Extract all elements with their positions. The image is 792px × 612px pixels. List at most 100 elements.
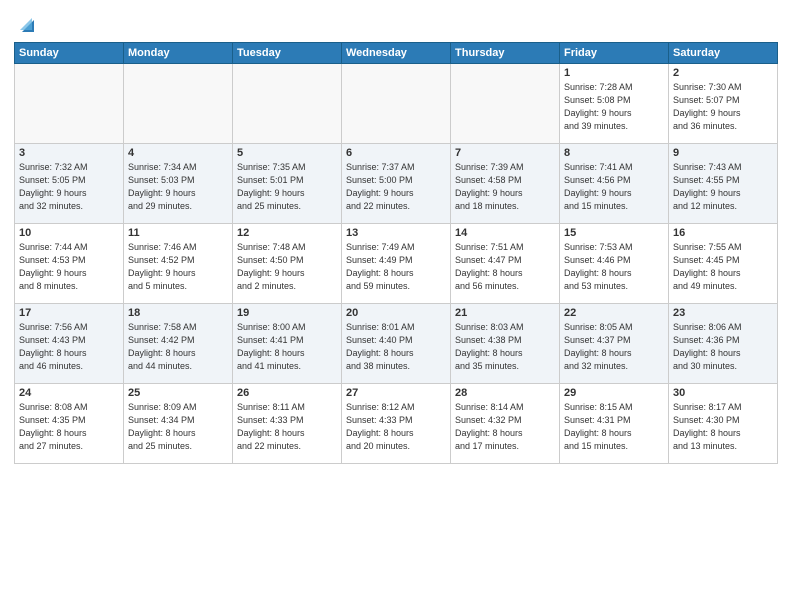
calendar-cell: 12Sunrise: 7:48 AMSunset: 4:50 PMDayligh…: [233, 224, 342, 304]
calendar-cell: 7 Sunrise: 7:39 AMSunset: 4:58 PMDaylight…: [451, 144, 560, 224]
day-info: Sunrise: 7:56 AMSunset: 4:43 PMDaylight:…: [19, 321, 119, 373]
day-number: 12: [237, 227, 337, 239]
day-number: 23: [673, 307, 773, 319]
day-number: 2: [673, 67, 773, 79]
day-number: 13: [346, 227, 446, 239]
page: SundayMondayTuesdayWednesdayThursdayFrid…: [0, 0, 792, 612]
day-number: 28: [455, 387, 555, 399]
day-info: Sunrise: 7:49 AMSunset: 4:49 PMDaylight:…: [346, 241, 446, 293]
calendar-cell: 11 Sunrise: 7:46 AMSunset: 4:52 PMDayligh…: [124, 224, 233, 304]
calendar-cell: 26 Sunrise: 8:11 AMSunset: 4:33 PMDayligh…: [233, 384, 342, 464]
calendar-week-row: 10 Sunrise: 7:44 AMSunset: 4:53 PMDayligh…: [15, 224, 778, 304]
day-info: Sunrise: 7:30 AMSunset: 5:07 PMDaylight:…: [673, 81, 773, 133]
calendar-cell: 19 Sunrise: 8:00 AMSunset: 4:41 PMDayligh…: [233, 304, 342, 384]
day-info: Sunrise: 7:43 AMSunset: 4:55 PMDaylight:…: [673, 161, 773, 213]
calendar-cell: 28 Sunrise: 8:14 AMSunset: 4:32 PMDayligh…: [451, 384, 560, 464]
day-number: 10: [19, 227, 119, 239]
day-number: 3: [19, 147, 119, 159]
day-info: Sunrise: 7:37 AMSunset: 5:00 PMDaylight:…: [346, 161, 446, 213]
logo-icon: [16, 14, 38, 36]
day-number: 19: [237, 307, 337, 319]
calendar-cell: [124, 64, 233, 144]
calendar-cell: 10 Sunrise: 7:44 AMSunset: 4:53 PMDayligh…: [15, 224, 124, 304]
day-info: Sunrise: 8:14 AMSunset: 4:32 PMDaylight:…: [455, 401, 555, 453]
day-number: 29: [564, 387, 664, 399]
calendar-week-row: 24 Sunrise: 8:08 AMSunset: 4:35 PMDayligh…: [15, 384, 778, 464]
calendar-cell: 2 Sunrise: 7:30 AMSunset: 5:07 PMDaylight…: [669, 64, 778, 144]
day-number: 24: [19, 387, 119, 399]
weekday-header-tuesday: Tuesday: [233, 43, 342, 64]
weekday-header-thursday: Thursday: [451, 43, 560, 64]
day-number: 17: [19, 307, 119, 319]
day-number: 14: [455, 227, 555, 239]
calendar-cell: [451, 64, 560, 144]
calendar-cell: 21 Sunrise: 8:03 AMSunset: 4:38 PMDayligh…: [451, 304, 560, 384]
day-info: Sunrise: 8:09 AMSunset: 4:34 PMDaylight:…: [128, 401, 228, 453]
weekday-header-monday: Monday: [124, 43, 233, 64]
day-number: 26: [237, 387, 337, 399]
header: [14, 10, 778, 36]
calendar-cell: 29 Sunrise: 8:15 AMSunset: 4:31 PMDayligh…: [560, 384, 669, 464]
day-number: 30: [673, 387, 773, 399]
calendar-cell: 20Sunrise: 8:01 AMSunset: 4:40 PMDayligh…: [342, 304, 451, 384]
day-info: Sunrise: 7:51 AMSunset: 4:47 PMDaylight:…: [455, 241, 555, 293]
calendar-cell: 8 Sunrise: 7:41 AMSunset: 4:56 PMDaylight…: [560, 144, 669, 224]
weekday-header-sunday: Sunday: [15, 43, 124, 64]
day-number: 27: [346, 387, 446, 399]
calendar-cell: 15 Sunrise: 7:53 AMSunset: 4:46 PMDayligh…: [560, 224, 669, 304]
day-number: 4: [128, 147, 228, 159]
calendar-cell: 4 Sunrise: 7:34 AMSunset: 5:03 PMDaylight…: [124, 144, 233, 224]
day-info: Sunrise: 8:15 AMSunset: 4:31 PMDaylight:…: [564, 401, 664, 453]
day-number: 18: [128, 307, 228, 319]
day-info: Sunrise: 7:53 AMSunset: 4:46 PMDaylight:…: [564, 241, 664, 293]
calendar-cell: 3 Sunrise: 7:32 AMSunset: 5:05 PMDaylight…: [15, 144, 124, 224]
day-number: 1: [564, 67, 664, 79]
day-number: 8: [564, 147, 664, 159]
calendar-week-row: 3 Sunrise: 7:32 AMSunset: 5:05 PMDaylight…: [15, 144, 778, 224]
calendar-cell: [342, 64, 451, 144]
day-number: 16: [673, 227, 773, 239]
day-info: Sunrise: 7:34 AMSunset: 5:03 PMDaylight:…: [128, 161, 228, 213]
calendar-cell: [15, 64, 124, 144]
calendar-cell: 16Sunrise: 7:55 AMSunset: 4:45 PMDayligh…: [669, 224, 778, 304]
day-number: 11: [128, 227, 228, 239]
calendar-week-row: 1 Sunrise: 7:28 AMSunset: 5:08 PMDaylight…: [15, 64, 778, 144]
day-info: Sunrise: 8:08 AMSunset: 4:35 PMDaylight:…: [19, 401, 119, 453]
day-info: Sunrise: 8:00 AMSunset: 4:41 PMDaylight:…: [237, 321, 337, 373]
calendar-cell: 17 Sunrise: 7:56 AMSunset: 4:43 PMDayligh…: [15, 304, 124, 384]
day-info: Sunrise: 8:03 AMSunset: 4:38 PMDaylight:…: [455, 321, 555, 373]
calendar-cell: 1 Sunrise: 7:28 AMSunset: 5:08 PMDaylight…: [560, 64, 669, 144]
weekday-header-saturday: Saturday: [669, 43, 778, 64]
calendar-cell: 18 Sunrise: 7:58 AMSunset: 4:42 PMDayligh…: [124, 304, 233, 384]
day-number: 6: [346, 147, 446, 159]
day-info: Sunrise: 8:17 AMSunset: 4:30 PMDaylight:…: [673, 401, 773, 453]
day-info: Sunrise: 7:41 AMSunset: 4:56 PMDaylight:…: [564, 161, 664, 213]
day-info: Sunrise: 7:46 AMSunset: 4:52 PMDaylight:…: [128, 241, 228, 293]
day-info: Sunrise: 8:05 AMSunset: 4:37 PMDaylight:…: [564, 321, 664, 373]
day-info: Sunrise: 7:44 AMSunset: 4:53 PMDaylight:…: [19, 241, 119, 293]
day-info: Sunrise: 7:32 AMSunset: 5:05 PMDaylight:…: [19, 161, 119, 213]
calendar-cell: 14 Sunrise: 7:51 AMSunset: 4:47 PMDayligh…: [451, 224, 560, 304]
day-number: 9: [673, 147, 773, 159]
day-info: Sunrise: 8:06 AMSunset: 4:36 PMDaylight:…: [673, 321, 773, 373]
day-info: Sunrise: 7:28 AMSunset: 5:08 PMDaylight:…: [564, 81, 664, 133]
day-number: 21: [455, 307, 555, 319]
day-number: 7: [455, 147, 555, 159]
day-info: Sunrise: 7:58 AMSunset: 4:42 PMDaylight:…: [128, 321, 228, 373]
day-number: 25: [128, 387, 228, 399]
calendar-table: SundayMondayTuesdayWednesdayThursdayFrid…: [14, 42, 778, 464]
calendar-cell: 9 Sunrise: 7:43 AMSunset: 4:55 PMDaylight…: [669, 144, 778, 224]
day-info: Sunrise: 8:11 AMSunset: 4:33 PMDaylight:…: [237, 401, 337, 453]
calendar-cell: 23 Sunrise: 8:06 AMSunset: 4:36 PMDayligh…: [669, 304, 778, 384]
weekday-header-friday: Friday: [560, 43, 669, 64]
day-number: 15: [564, 227, 664, 239]
calendar-cell: 30 Sunrise: 8:17 AMSunset: 4:30 PMDayligh…: [669, 384, 778, 464]
calendar-cell: 24 Sunrise: 8:08 AMSunset: 4:35 PMDayligh…: [15, 384, 124, 464]
day-number: 22: [564, 307, 664, 319]
calendar-cell: 27Sunrise: 8:12 AMSunset: 4:33 PMDayligh…: [342, 384, 451, 464]
day-info: Sunrise: 7:35 AMSunset: 5:01 PMDaylight:…: [237, 161, 337, 213]
calendar-cell: 6 Sunrise: 7:37 AMSunset: 5:00 PMDaylight…: [342, 144, 451, 224]
calendar-cell: 25 Sunrise: 8:09 AMSunset: 4:34 PMDayligh…: [124, 384, 233, 464]
day-number: 5: [237, 147, 337, 159]
day-info: Sunrise: 7:39 AMSunset: 4:58 PMDaylight:…: [455, 161, 555, 213]
